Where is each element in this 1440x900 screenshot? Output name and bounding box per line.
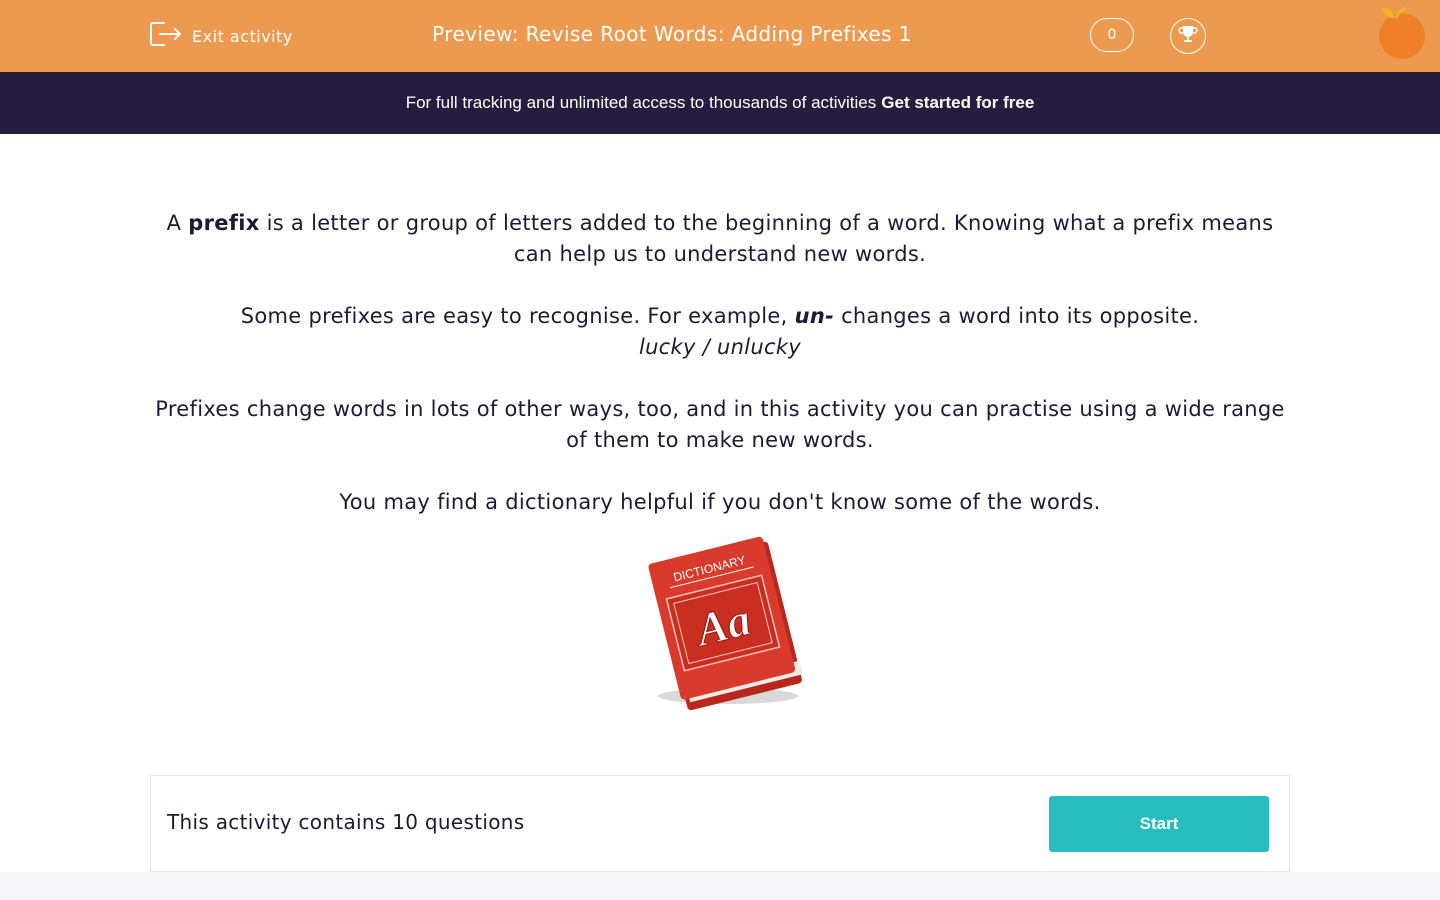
page-title: Preview: Revise Root Words: Adding Prefi… (432, 22, 912, 46)
trophy-icon (1177, 23, 1199, 49)
get-started-link[interactable]: Get started for free (881, 93, 1034, 113)
edplace-logo (1374, 4, 1430, 60)
intro-paragraph-4: You may find a dictionary helpful if you… (339, 490, 1101, 514)
banner-text: For full tracking and unlimited access t… (405, 93, 877, 112)
question-count: This activity contains 10 questions (167, 810, 525, 834)
trophy-button[interactable] (1170, 18, 1206, 54)
intro-keyword-prefix: prefix (188, 211, 260, 235)
bottom-strip (0, 872, 1440, 900)
signup-banner: For full tracking and unlimited access t… (0, 72, 1440, 134)
activity-intro: A prefix is a letter or group of letters… (150, 208, 1290, 518)
intro-paragraph-2: Some prefixes are easy to recognise. For… (150, 301, 1290, 332)
intro-text: changes a word into its opposite. (834, 304, 1200, 328)
intro-keyword-un: un- (794, 304, 835, 328)
example-words: lucky / unlucky (638, 335, 802, 359)
start-button[interactable]: Start (1049, 796, 1269, 852)
top-bar: Exit activity Preview: Revise Root Words… (0, 0, 1440, 72)
intro-text: is a letter or group of letters added to… (259, 211, 1274, 266)
dictionary-image: DICTIONARY Aa (628, 528, 818, 718)
intro-paragraph-1: A prefix is a letter or group of letters… (150, 208, 1290, 270)
intro-example: lucky / unlucky (150, 332, 1290, 363)
intro-paragraph-3: Prefixes change words in lots of other w… (155, 397, 1285, 452)
score-badge: 0 (1090, 18, 1134, 52)
intro-text: Some prefixes are easy to recognise. For… (240, 304, 795, 328)
activity-footer: This activity contains 10 questions Star… (150, 775, 1290, 872)
intro-text: A (166, 211, 189, 235)
